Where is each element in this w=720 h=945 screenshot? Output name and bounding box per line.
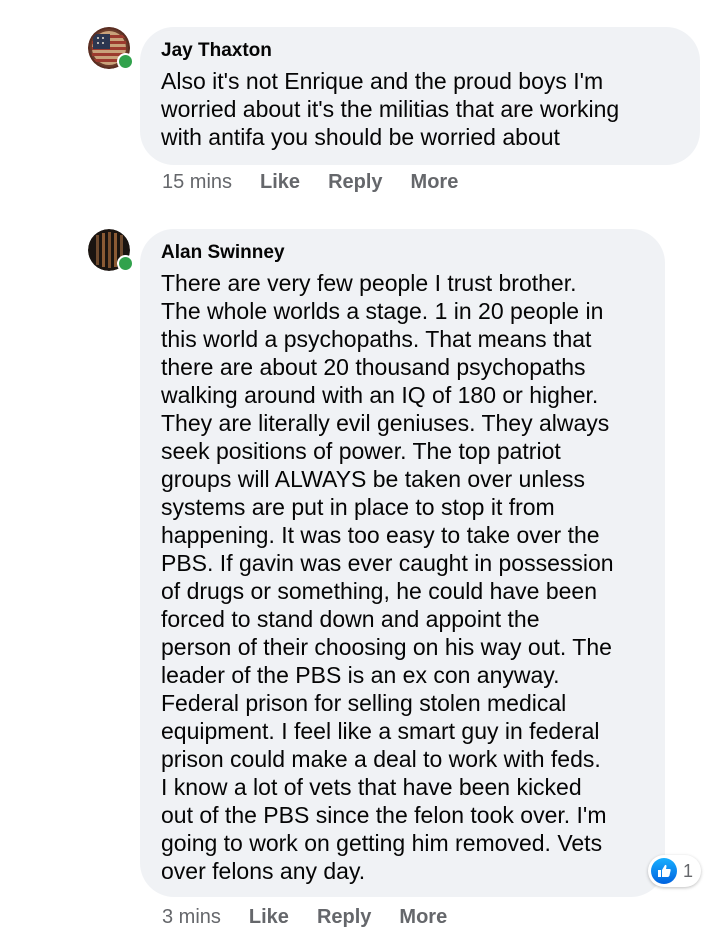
online-status-indicator (117, 53, 134, 70)
avatar[interactable] (88, 27, 134, 70)
reaction-summary[interactable]: 1 (648, 855, 702, 887)
like-button[interactable]: Like (260, 171, 300, 194)
comment-text: Also it's not Enrique and the proud boys… (161, 68, 620, 150)
reply-button[interactable]: Reply (317, 906, 371, 929)
reply-button[interactable]: Reply (328, 171, 382, 194)
avatar[interactable] (88, 229, 134, 272)
comment-author[interactable]: Alan Swinney (161, 241, 645, 265)
comment-bubble: Jay Thaxton Also it's not Enrique and th… (140, 27, 700, 165)
comment-author[interactable]: Jay Thaxton (161, 39, 680, 63)
online-status-indicator (117, 255, 134, 272)
more-button[interactable]: More (411, 171, 459, 194)
like-button[interactable]: Like (249, 906, 289, 929)
comment-text: There are very few people I trust brothe… (161, 270, 614, 884)
comment-actions: 15 mins Like Reply More (162, 171, 486, 194)
comment-timestamp[interactable]: 3 mins (162, 906, 221, 929)
comment-actions: 3 mins Like Reply More (162, 906, 475, 929)
comment-bubble: Alan Swinney There are very few people I… (140, 229, 665, 897)
comment-timestamp[interactable]: 15 mins (162, 171, 232, 194)
more-button[interactable]: More (399, 906, 447, 929)
reaction-count: 1 (683, 860, 694, 881)
like-icon (651, 858, 677, 884)
